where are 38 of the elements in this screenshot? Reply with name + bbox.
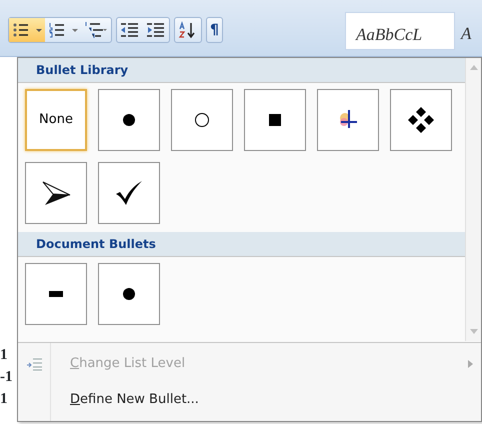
increase-indent-icon (146, 21, 166, 39)
paragraph-marks-button[interactable]: ¶ (207, 18, 222, 42)
dot-bullet-icon (121, 286, 137, 302)
cross-bullet-icon (337, 109, 359, 131)
menu-item[interactable]: Define New Bullet... (18, 382, 481, 418)
dot-bullet-icon (121, 112, 137, 128)
caret-icon (36, 28, 42, 32)
caret-icon (72, 28, 78, 32)
document-text: -1 (0, 369, 12, 385)
circle-bullet-icon (194, 112, 210, 128)
bullet-option[interactable] (25, 263, 87, 325)
check-bullet-icon (115, 180, 143, 206)
menu-item: Change List Level (18, 346, 481, 382)
bullet-option[interactable]: None (25, 89, 87, 151)
decrease-indent-icon (120, 21, 140, 39)
list-level-icon (27, 357, 43, 371)
bullet-option[interactable] (98, 263, 160, 325)
bullet-option[interactable] (98, 89, 160, 151)
document-text: 1 (0, 391, 8, 407)
style-preview[interactable]: AaBbCcL (345, 12, 455, 50)
bullets-button[interactable] (9, 18, 33, 42)
bullets-icon (12, 21, 30, 39)
square-bullet-icon (269, 114, 281, 126)
section-header: Document Bullets (18, 232, 466, 257)
numbering-icon (48, 21, 66, 39)
dash-bullet-icon (49, 291, 63, 297)
arrow-bullet-icon (41, 180, 71, 206)
diamonds-bullet-icon (408, 107, 434, 133)
document-text: 1 (0, 347, 8, 363)
scroll-bar[interactable] (465, 58, 481, 341)
bullet-option[interactable] (25, 162, 87, 224)
caret-button[interactable] (33, 18, 45, 42)
bullet-option[interactable] (390, 89, 452, 151)
section-header: Bullet Library (18, 58, 466, 83)
multilevel-list-icon (84, 21, 108, 39)
style-preview[interactable]: A (461, 21, 472, 46)
bullet-option[interactable] (98, 162, 160, 224)
bullet-option[interactable] (244, 89, 306, 151)
